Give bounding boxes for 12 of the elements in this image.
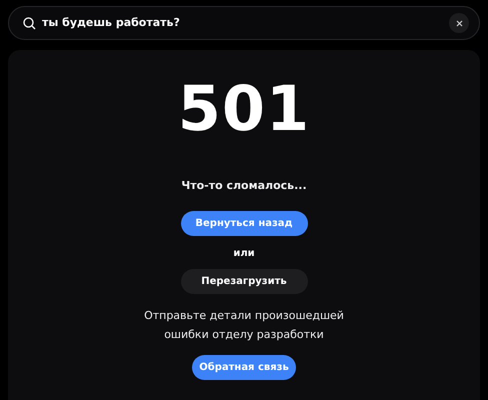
separator-text: или [233, 246, 255, 260]
error-message: Что-то сломалось... [181, 178, 307, 194]
close-button[interactable] [449, 13, 469, 33]
close-icon [456, 20, 462, 26]
error-code: 501 [178, 78, 310, 140]
search-bar[interactable]: ты будешь работать? [8, 6, 480, 40]
report-text: Отправьте детали произошедшей ошибки отделу разработки [143, 308, 345, 342]
search-icon [23, 16, 36, 30]
reload-button[interactable]: Перезагрузить [180, 268, 308, 294]
search-field[interactable]: ты будешь работать? [42, 14, 443, 32]
feedback-button[interactable]: Обратная связь [192, 354, 296, 380]
back-button[interactable]: Вернуться назад [180, 210, 308, 236]
